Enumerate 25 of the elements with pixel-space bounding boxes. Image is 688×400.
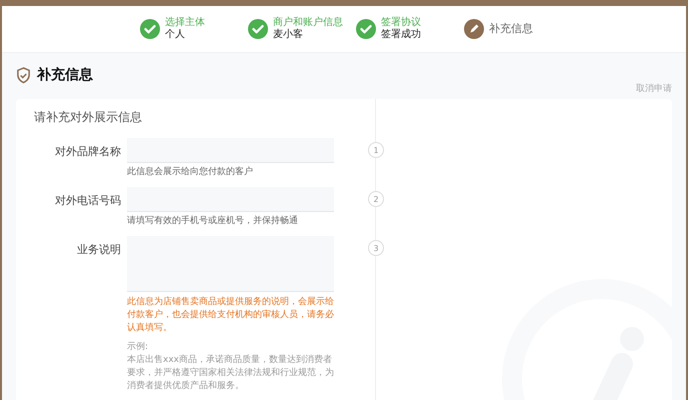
- input-field[interactable]: [127, 138, 334, 163]
- business-description-field[interactable]: [127, 236, 334, 292]
- step-value: 个人: [165, 29, 186, 41]
- section-title: 请补充对外展示信息: [33, 109, 143, 126]
- step-value: 签署成功: [381, 29, 421, 41]
- step-number: 1: [368, 142, 384, 158]
- step-number: 3: [368, 240, 384, 256]
- step-label: 补充信息: [489, 23, 533, 35]
- field-hint: 此信息为店铺售卖商品或提供服务的说明，会展示给付款客户，也会提供给支付机构的审核人员，请务必认真填写。: [127, 296, 334, 335]
- shield-check-icon: [16, 66, 31, 84]
- field-label: 对外品牌名称: [54, 144, 121, 160]
- input-field[interactable]: [127, 187, 334, 212]
- field-hint: 请填写有效的手机号或座机号，并保持畅通: [127, 215, 299, 228]
- field-label: 对外电话号码: [54, 193, 121, 209]
- example-label: 示例:: [127, 341, 150, 354]
- step-number: 2: [368, 191, 384, 207]
- page-title: 补充信息: [37, 66, 93, 84]
- step-value: 麦小客: [273, 29, 304, 41]
- field-hint: 此信息会展示给向您付款的客户: [127, 166, 254, 179]
- step-label: 签署协议: [381, 17, 421, 28]
- step-label: 选择主体: [165, 17, 205, 29]
- step-label: 商户和账户信息: [273, 17, 343, 28]
- example-text: 本店出售xxx商品，承诺商品质量，数量达到消费者要求，并严格遵守国家相关法律法规和行业规范，为消费者提供优质产品和服务。: [127, 354, 334, 393]
- cancel-application-link[interactable]: 取消申请: [636, 82, 672, 95]
- field-label: 业务说明: [76, 242, 121, 258]
